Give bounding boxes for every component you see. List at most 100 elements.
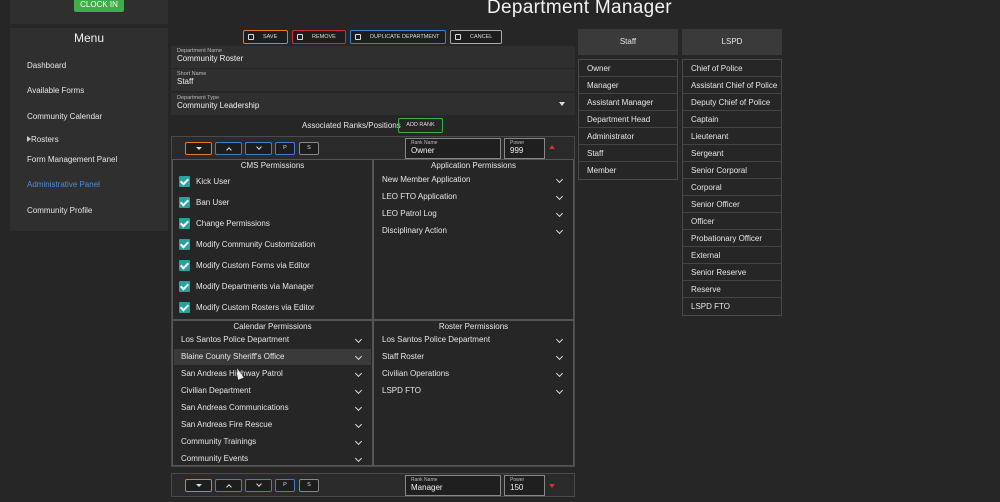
checkbox-checked-icon[interactable] [179, 197, 190, 208]
short-name-field[interactable]: Short Name Staff [171, 69, 575, 91]
department-type-select[interactable]: Department Type Community Leadership [171, 93, 575, 115]
perm-modify-departments[interactable]: Modify Departments via Manager [179, 281, 314, 292]
lspd-column-header[interactable]: LSPD [682, 29, 782, 55]
app-perm-row[interactable]: LEO Patrol Log [375, 206, 572, 222]
checkbox-checked-icon[interactable] [179, 302, 190, 313]
staff-column-header[interactable]: Staff [578, 29, 678, 55]
remove-button[interactable]: REMOVE [292, 30, 346, 44]
list-item[interactable]: Member [579, 162, 677, 179]
chevron-down-icon [555, 386, 564, 395]
rank-dropdown-button[interactable] [185, 142, 212, 155]
list-item[interactable]: Manager [579, 77, 677, 94]
roster-permissions-section: Roster Permissions Los Santos Police Dep… [373, 320, 574, 466]
settings-s-button[interactable]: S [299, 142, 319, 155]
sidebar-item-form-management[interactable]: Form Management Panel [27, 155, 117, 164]
move-down-button[interactable] [245, 479, 272, 492]
checkbox-checked-icon[interactable] [179, 239, 190, 250]
list-item[interactable]: LSPD FTO [683, 298, 781, 315]
chevron-down-icon [354, 403, 363, 412]
list-item[interactable]: Lieutenant [683, 128, 781, 145]
calendar-perm-row[interactable]: San Andreas Highway Patrol [174, 366, 371, 382]
cancel-button[interactable]: CANCEL [450, 30, 502, 44]
duplicate-department-button[interactable]: DUPLICATE DEPARTMENT [350, 30, 446, 44]
list-item[interactable]: Corporal [683, 179, 781, 196]
checkbox-checked-icon[interactable] [179, 176, 190, 187]
roster-perm-row[interactable]: LSPD FTO [375, 383, 572, 399]
rank-name-input[interactable]: Rank Name Manager [405, 475, 501, 496]
chevron-up-icon [226, 484, 232, 490]
calendar-perm-row[interactable]: San Andreas Communications [174, 400, 371, 416]
calendar-perm-row[interactable]: Los Santos Police Department [174, 332, 371, 348]
list-item[interactable]: Chief of Police [683, 60, 781, 77]
list-item[interactable]: Assistant Manager [579, 94, 677, 111]
calendar-perm-row[interactable]: San Andreas Fire Rescue [174, 417, 371, 433]
perm-change-permissions[interactable]: Change Permissions [179, 218, 270, 229]
rank-name-value: Owner [411, 146, 435, 155]
clock-in-button[interactable]: CLOCK IN [74, 0, 124, 12]
sidebar-item-rosters[interactable]: Rosters [27, 135, 59, 144]
list-item[interactable]: Captain [683, 111, 781, 128]
list-item[interactable]: Staff [579, 145, 677, 162]
sidebar-item-administrative-panel[interactable]: Administrative Panel [27, 180, 100, 189]
roster-perm-row[interactable]: Civilian Operations [375, 366, 572, 382]
list-item[interactable]: Owner [579, 60, 677, 77]
checkbox-checked-icon[interactable] [179, 260, 190, 271]
permissions-p-button[interactable]: P [275, 479, 295, 492]
chevron-down-icon [354, 352, 363, 361]
list-item[interactable]: Officer [683, 213, 781, 230]
perm-modify-forms[interactable]: Modify Custom Forms via Editor [179, 260, 310, 271]
list-item[interactable]: Deputy Chief of Police [683, 94, 781, 111]
calendar-perm-row[interactable]: Blaine County Sheriff's Office [174, 349, 371, 365]
sidebar-item-available-forms[interactable]: Available Forms [27, 86, 84, 95]
list-item[interactable]: Reserve [683, 281, 781, 298]
perm-modify-customization[interactable]: Modify Community Customization [179, 239, 315, 250]
save-button[interactable]: SAVE [243, 30, 288, 44]
list-item[interactable]: Senior Officer [683, 196, 781, 213]
app-perm-row[interactable]: LEO FTO Application [375, 189, 572, 205]
lspd-rank-list: Chief of Police Assistant Chief of Polic… [682, 59, 782, 316]
list-item[interactable]: Department Head [579, 111, 677, 128]
expand-icon[interactable] [549, 484, 555, 488]
rank-name-input[interactable]: Rank Name Owner [405, 138, 501, 159]
rank-power-input[interactable]: Power 150 [504, 475, 545, 496]
perm-ban-user[interactable]: Ban User [179, 197, 229, 208]
list-item[interactable]: Administrator [579, 128, 677, 145]
sidebar-item-dashboard[interactable]: Dashboard [27, 61, 66, 70]
list-item[interactable]: Senior Corporal [683, 162, 781, 179]
settings-s-button[interactable]: S [299, 479, 319, 492]
move-up-button[interactable] [215, 479, 242, 492]
app-perm-row[interactable]: New Member Application [375, 172, 572, 188]
add-rank-button[interactable]: ADD RANK [398, 118, 443, 133]
checkbox-checked-icon[interactable] [179, 218, 190, 229]
roster-perm-row[interactable]: Los Santos Police Department [375, 332, 572, 348]
move-up-button[interactable] [215, 142, 242, 155]
list-item[interactable]: Senior Reserve [683, 264, 781, 281]
power-value: 999 [510, 146, 524, 155]
rank-dropdown-button[interactable] [185, 479, 212, 492]
list-item[interactable]: Assistant Chief of Police [683, 77, 781, 94]
move-down-button[interactable] [245, 142, 272, 155]
chevron-down-icon [555, 175, 564, 184]
save-icon [248, 34, 254, 40]
roster-perm-row[interactable]: Staff Roster [375, 349, 572, 365]
list-item[interactable]: External [683, 247, 781, 264]
chevron-down-icon [559, 102, 565, 106]
permissions-p-button[interactable]: P [275, 142, 295, 155]
rank-power-input[interactable]: Power 999 [504, 138, 545, 159]
calendar-perm-row[interactable]: Civilian Department [174, 383, 371, 399]
calendar-perm-row[interactable]: Community Trainings [174, 434, 371, 450]
perm-kick-user[interactable]: Kick User [179, 176, 230, 187]
calendar-perm-row[interactable]: Community Events [174, 451, 371, 467]
sidebar-item-community-calendar[interactable]: Community Calendar [27, 112, 102, 121]
sidebar-item-community-profile[interactable]: Community Profile [27, 206, 92, 215]
checkbox-checked-icon[interactable] [179, 281, 190, 292]
app-perm-row[interactable]: Disciplinary Action [375, 223, 572, 239]
collapse-icon[interactable] [549, 145, 555, 149]
sidebar-item-label: Rosters [31, 135, 59, 144]
power-value: 150 [510, 483, 524, 492]
list-item[interactable]: Probationary Officer [683, 230, 781, 247]
list-item[interactable]: Sergeant [683, 145, 781, 162]
close-icon [455, 34, 461, 40]
department-name-field[interactable]: Department Name Community Roster [171, 46, 575, 68]
perm-modify-rosters[interactable]: Modify Custom Rosters via Editor [179, 302, 315, 313]
